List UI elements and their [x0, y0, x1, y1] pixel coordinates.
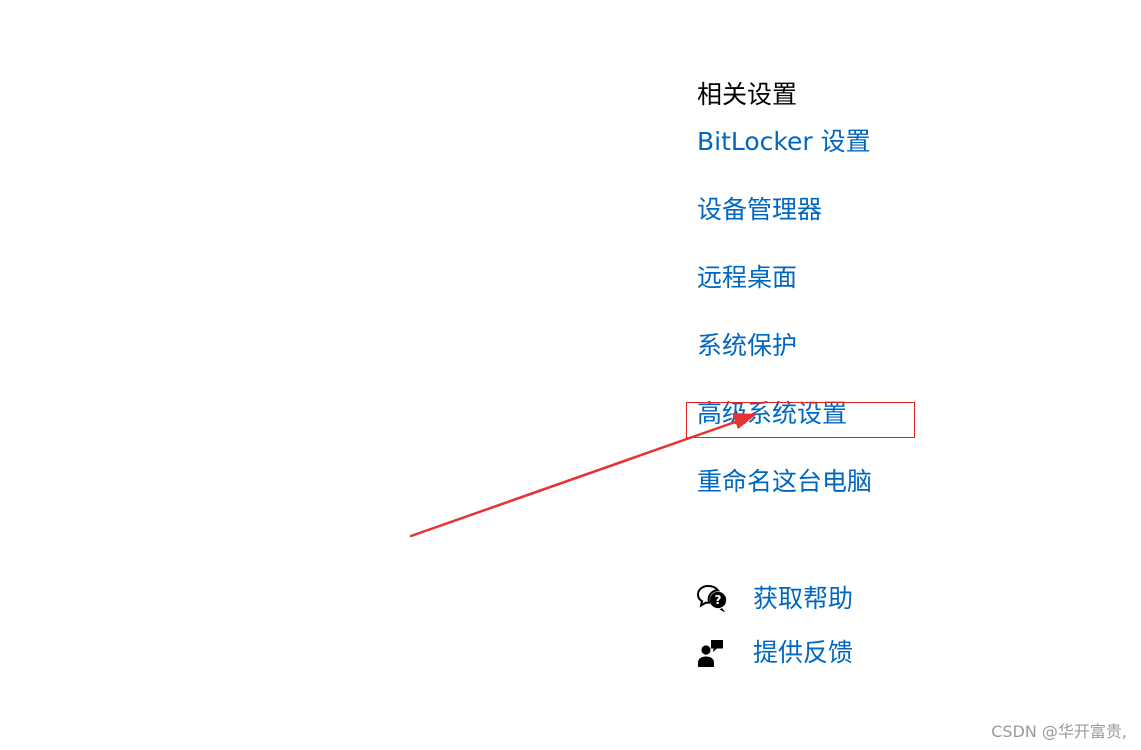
- system-protection-link[interactable]: 系统保护: [697, 329, 797, 363]
- rename-this-pc-link[interactable]: 重命名这台电脑: [697, 465, 872, 499]
- feedback-person-icon: [697, 638, 727, 668]
- help-chat-icon: ?: [696, 584, 727, 614]
- annotation-arrow: [409, 413, 757, 538]
- watermark: CSDN @华开富贵,: [991, 722, 1127, 741]
- advanced-system-settings-link[interactable]: 高级系统设置: [697, 397, 847, 431]
- remote-desktop-link[interactable]: 远程桌面: [697, 261, 797, 295]
- device-manager-link[interactable]: 设备管理器: [697, 193, 822, 227]
- give-feedback-link[interactable]: 提供反馈: [753, 636, 853, 670]
- svg-text:?: ?: [715, 593, 722, 607]
- get-help-link[interactable]: 获取帮助: [753, 582, 853, 616]
- related-settings-title: 相关设置: [697, 80, 798, 109]
- give-feedback-row[interactable]: 提供反馈: [697, 636, 853, 670]
- get-help-row[interactable]: ? 获取帮助: [696, 582, 853, 616]
- bitlocker-settings-link[interactable]: BitLocker 设置: [697, 125, 871, 159]
